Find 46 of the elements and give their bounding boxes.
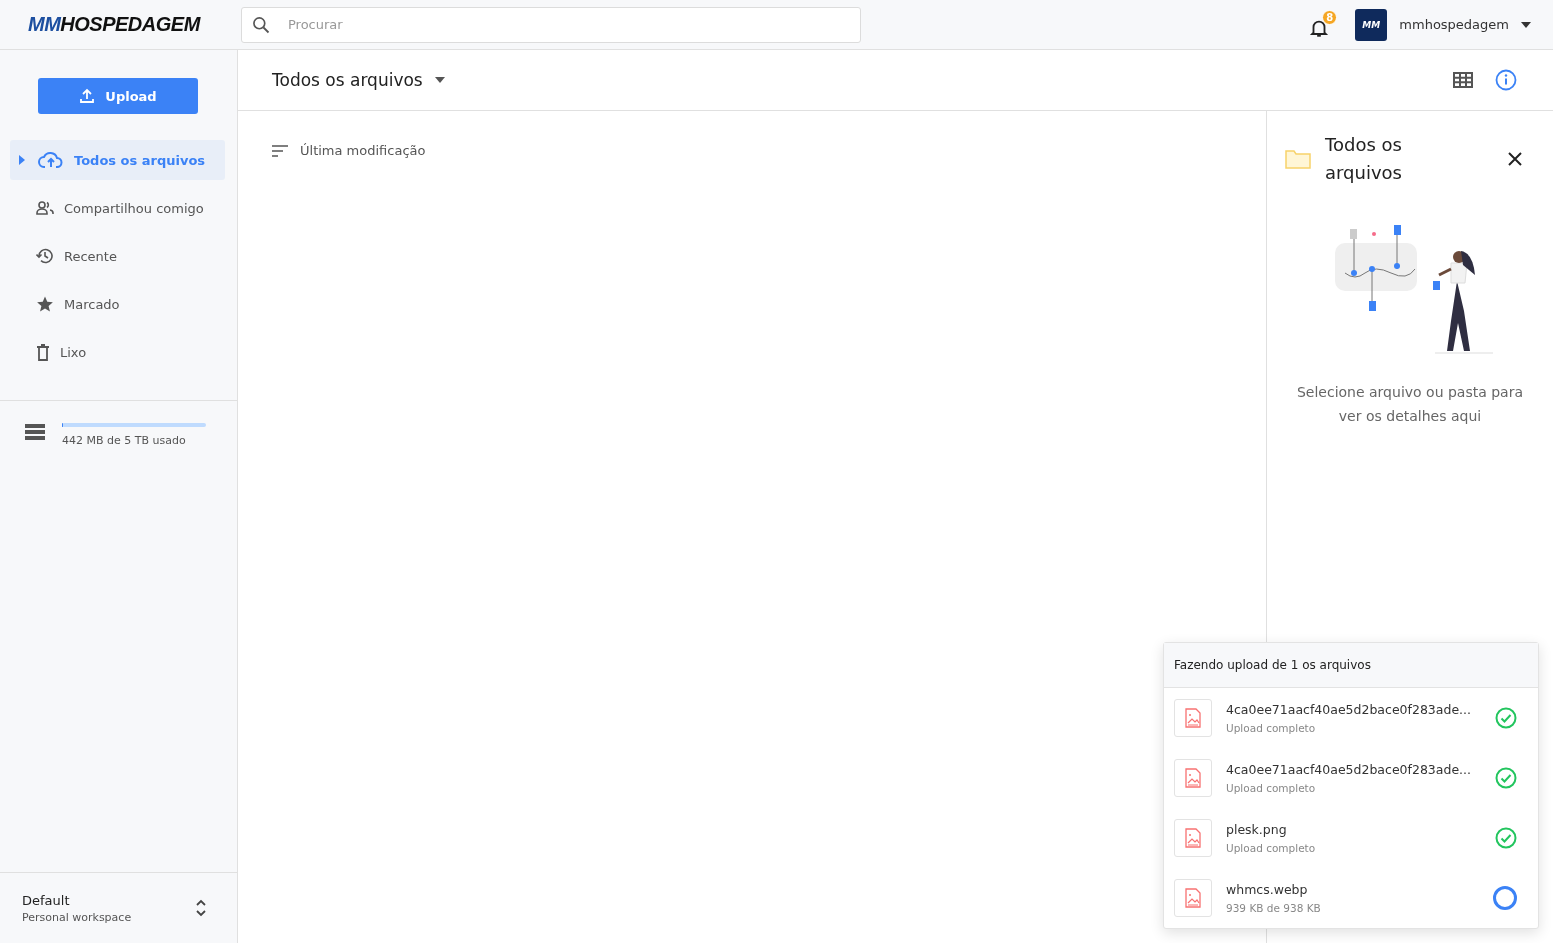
upload-status: 939 KB de 938 KB bbox=[1226, 902, 1322, 914]
info-icon[interactable] bbox=[1495, 69, 1517, 91]
sort-icon bbox=[272, 144, 288, 157]
history-icon bbox=[36, 247, 54, 265]
file-name: plesk.png bbox=[1226, 822, 1288, 837]
details-title: Todos os arquivos bbox=[1325, 133, 1403, 185]
file-name: 4ca0ee71aacf40ae5d2bace0f283ade... bbox=[1226, 762, 1472, 777]
notification-badge: 8 bbox=[1322, 10, 1338, 25]
upload-button[interactable]: Upload bbox=[38, 78, 198, 114]
upload-status: Upload completo bbox=[1226, 722, 1317, 734]
upload-panel-title: Fazendo upload de 1 os arquivos bbox=[1164, 643, 1538, 688]
upload-icon bbox=[79, 88, 96, 104]
close-icon[interactable] bbox=[1507, 151, 1523, 167]
file-name: 4ca0ee71aacf40ae5d2bace0f283ade... bbox=[1226, 702, 1472, 717]
image-file-icon bbox=[1174, 699, 1212, 737]
workspace-switcher[interactable]: Default Personal workspace bbox=[0, 872, 237, 943]
expand-icon bbox=[19, 155, 25, 165]
sidebar-item[interactable]: Marcado bbox=[10, 284, 225, 324]
sidebar-item[interactable]: Lixo bbox=[10, 332, 225, 372]
sort-button[interactable]: Última modificação bbox=[272, 143, 1232, 158]
avatar: MM bbox=[1355, 8, 1388, 41]
grid-view-icon[interactable] bbox=[1453, 72, 1473, 88]
sidebar-item[interactable]: Recente bbox=[10, 236, 225, 276]
logo: MMHOSPEDAGEM bbox=[28, 13, 202, 36]
chevron-updown-icon bbox=[195, 897, 207, 919]
caret-icon bbox=[1521, 21, 1531, 28]
people-icon bbox=[36, 201, 54, 215]
folder-icon bbox=[1285, 149, 1311, 169]
sidebar-item[interactable]: Compartilhou comigo bbox=[10, 188, 225, 228]
storage-icon bbox=[24, 423, 46, 441]
folder-title-dropdown[interactable]: Todos os arquivos bbox=[272, 70, 445, 90]
account-menu[interactable]: mmhospedagem bbox=[1399, 17, 1531, 32]
image-file-icon bbox=[1174, 819, 1212, 857]
star-icon bbox=[36, 295, 54, 313]
file-name: whmcs.webp bbox=[1226, 882, 1309, 897]
upload-status: Upload completo bbox=[1226, 782, 1317, 794]
search-icon bbox=[251, 14, 271, 35]
search-field[interactable]: Procurar bbox=[241, 6, 861, 43]
image-file-icon bbox=[1174, 759, 1212, 797]
trash-icon bbox=[36, 343, 50, 361]
image-file-icon bbox=[1174, 879, 1212, 917]
caret-icon bbox=[434, 77, 445, 83]
cloud-upload-icon bbox=[38, 151, 64, 169]
upload-status: Upload completo bbox=[1226, 842, 1317, 854]
storage-text: 442 MB de 5 TB usado bbox=[62, 434, 187, 447]
details-message: Selecione arquivo ou pasta para ver os detalhes aqui bbox=[1295, 383, 1525, 426]
